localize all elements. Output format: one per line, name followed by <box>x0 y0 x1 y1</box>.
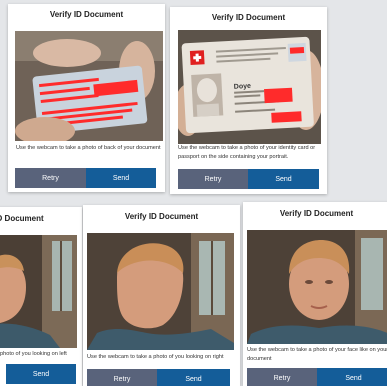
face-right-photo <box>87 233 234 350</box>
redaction-block <box>289 47 305 54</box>
id-card-back-photo <box>15 31 163 141</box>
verify-card-left: Verify ID Document photo of you looking … <box>0 207 82 386</box>
card-title: Verify ID Document <box>0 214 44 223</box>
webcam-preview <box>87 233 234 350</box>
send-button[interactable]: Send <box>86 168 156 188</box>
id-card-name: Doye <box>234 83 252 91</box>
instruction-text: photo of you looking on left <box>0 351 67 357</box>
face-straight-photo <box>247 230 387 344</box>
retry-button[interactable]: Retry <box>87 369 157 386</box>
retry-button[interactable]: Retry <box>178 169 248 189</box>
instruction-text: Use the webcam to take a photo of back o… <box>16 145 161 151</box>
retry-button[interactable]: Retry <box>247 368 317 386</box>
verify-card-right: Verify ID Document Use the webcam to tak… <box>83 205 240 386</box>
redaction-block <box>263 87 293 104</box>
webcam-preview: Doye <box>178 30 321 144</box>
card-title: Verify ID Document <box>279 209 354 218</box>
instruction-text: Use the webcam to take a photo of your f… <box>247 347 387 362</box>
card-title: Verify ID Document <box>211 13 286 22</box>
instruction-text: Use the webcam to take a photo of your i… <box>178 145 316 160</box>
retry-button[interactable]: Retry <box>15 168 86 188</box>
webcam-preview <box>15 31 163 141</box>
verify-card-back: Verify ID Document Use the webcam to tak… <box>8 4 165 192</box>
webcam-preview <box>0 235 77 348</box>
send-button[interactable]: Send <box>157 369 230 386</box>
face-left-photo <box>0 235 77 348</box>
id-card-front-photo: Doye <box>178 30 321 144</box>
card-title: Verify ID Document <box>124 212 199 221</box>
send-button[interactable]: Send <box>6 364 76 384</box>
verify-card-face: Verify ID Document Use the webcam to tak… <box>243 202 387 386</box>
card-title: Verify ID Document <box>49 10 124 19</box>
instruction-text: Use the webcam to take a photo of you lo… <box>87 354 224 360</box>
redaction-block <box>271 111 302 123</box>
send-button[interactable]: Send <box>317 368 387 386</box>
send-button[interactable]: Send <box>248 169 319 189</box>
verify-card-front: Verify ID Document Doye Use the webcam t… <box>170 7 327 194</box>
webcam-preview <box>247 230 387 344</box>
